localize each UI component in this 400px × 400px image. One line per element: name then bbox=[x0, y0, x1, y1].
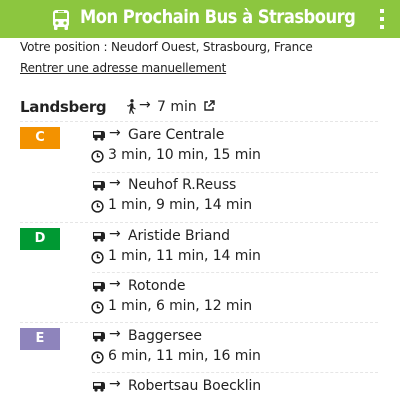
times-text: 1 min, 11 min, 14 min bbox=[108, 248, 261, 264]
arrow-icon: → bbox=[109, 326, 121, 342]
divider bbox=[20, 322, 378, 323]
destination-name: Gare Centrale bbox=[128, 127, 225, 143]
line-badge-c[interactable]: C bbox=[20, 127, 60, 149]
times-text: 3 min, 10 min, 15 min bbox=[108, 147, 261, 163]
destination-name: Baggersee bbox=[128, 328, 202, 344]
clock-icon bbox=[91, 150, 104, 163]
clock-icon bbox=[91, 301, 104, 314]
line-badge-d[interactable]: D bbox=[20, 228, 60, 250]
arrow-icon: → bbox=[109, 376, 121, 392]
bus-icon bbox=[93, 232, 105, 242]
divider bbox=[92, 272, 378, 273]
stop-name: Landsberg bbox=[20, 98, 107, 116]
clock-icon bbox=[91, 351, 104, 364]
times-text: 6 min, 11 min, 16 min bbox=[108, 348, 261, 364]
destination-name: Aristide Briand bbox=[128, 228, 230, 244]
arrow-icon: → bbox=[109, 125, 121, 141]
clock-icon bbox=[91, 200, 104, 213]
divider bbox=[92, 172, 378, 173]
walk-arrow: → bbox=[139, 97, 151, 113]
bus-icon bbox=[93, 382, 105, 392]
bus-icon bbox=[53, 10, 69, 30]
bus-icon bbox=[93, 181, 105, 191]
kebab-menu-icon[interactable] bbox=[378, 9, 386, 29]
walk-time: 7 min bbox=[157, 99, 197, 115]
current-position-text: Votre position : Neudorf Ouest, Strasbou… bbox=[20, 40, 313, 54]
arrow-icon: → bbox=[109, 175, 121, 191]
clock-icon bbox=[91, 251, 104, 264]
bus-icon bbox=[93, 282, 105, 292]
divider bbox=[92, 372, 378, 373]
destination-name: Neuhof R.Reuss bbox=[128, 177, 237, 193]
walking-icon bbox=[127, 99, 136, 114]
page-title: Mon Prochain Bus à Strasbourg bbox=[80, 6, 356, 28]
times-text: 1 min, 9 min, 14 min bbox=[108, 197, 252, 213]
arrow-icon: → bbox=[109, 226, 121, 242]
manual-address-link[interactable]: Rentrer une adresse manuellement bbox=[20, 61, 226, 75]
divider bbox=[20, 222, 378, 223]
divider bbox=[20, 121, 378, 122]
destination-name: Robertsau Boecklin bbox=[128, 378, 262, 394]
external-link-icon[interactable] bbox=[203, 100, 215, 112]
bus-icon bbox=[93, 131, 105, 141]
bus-icon bbox=[93, 332, 105, 342]
arrow-icon: → bbox=[109, 276, 121, 292]
destination-name: Rotonde bbox=[128, 278, 186, 294]
times-text: 1 min, 6 min, 12 min bbox=[108, 298, 252, 314]
app-header: Mon Prochain Bus à Strasbourg bbox=[0, 0, 400, 38]
line-badge-e[interactable]: E bbox=[20, 328, 60, 350]
